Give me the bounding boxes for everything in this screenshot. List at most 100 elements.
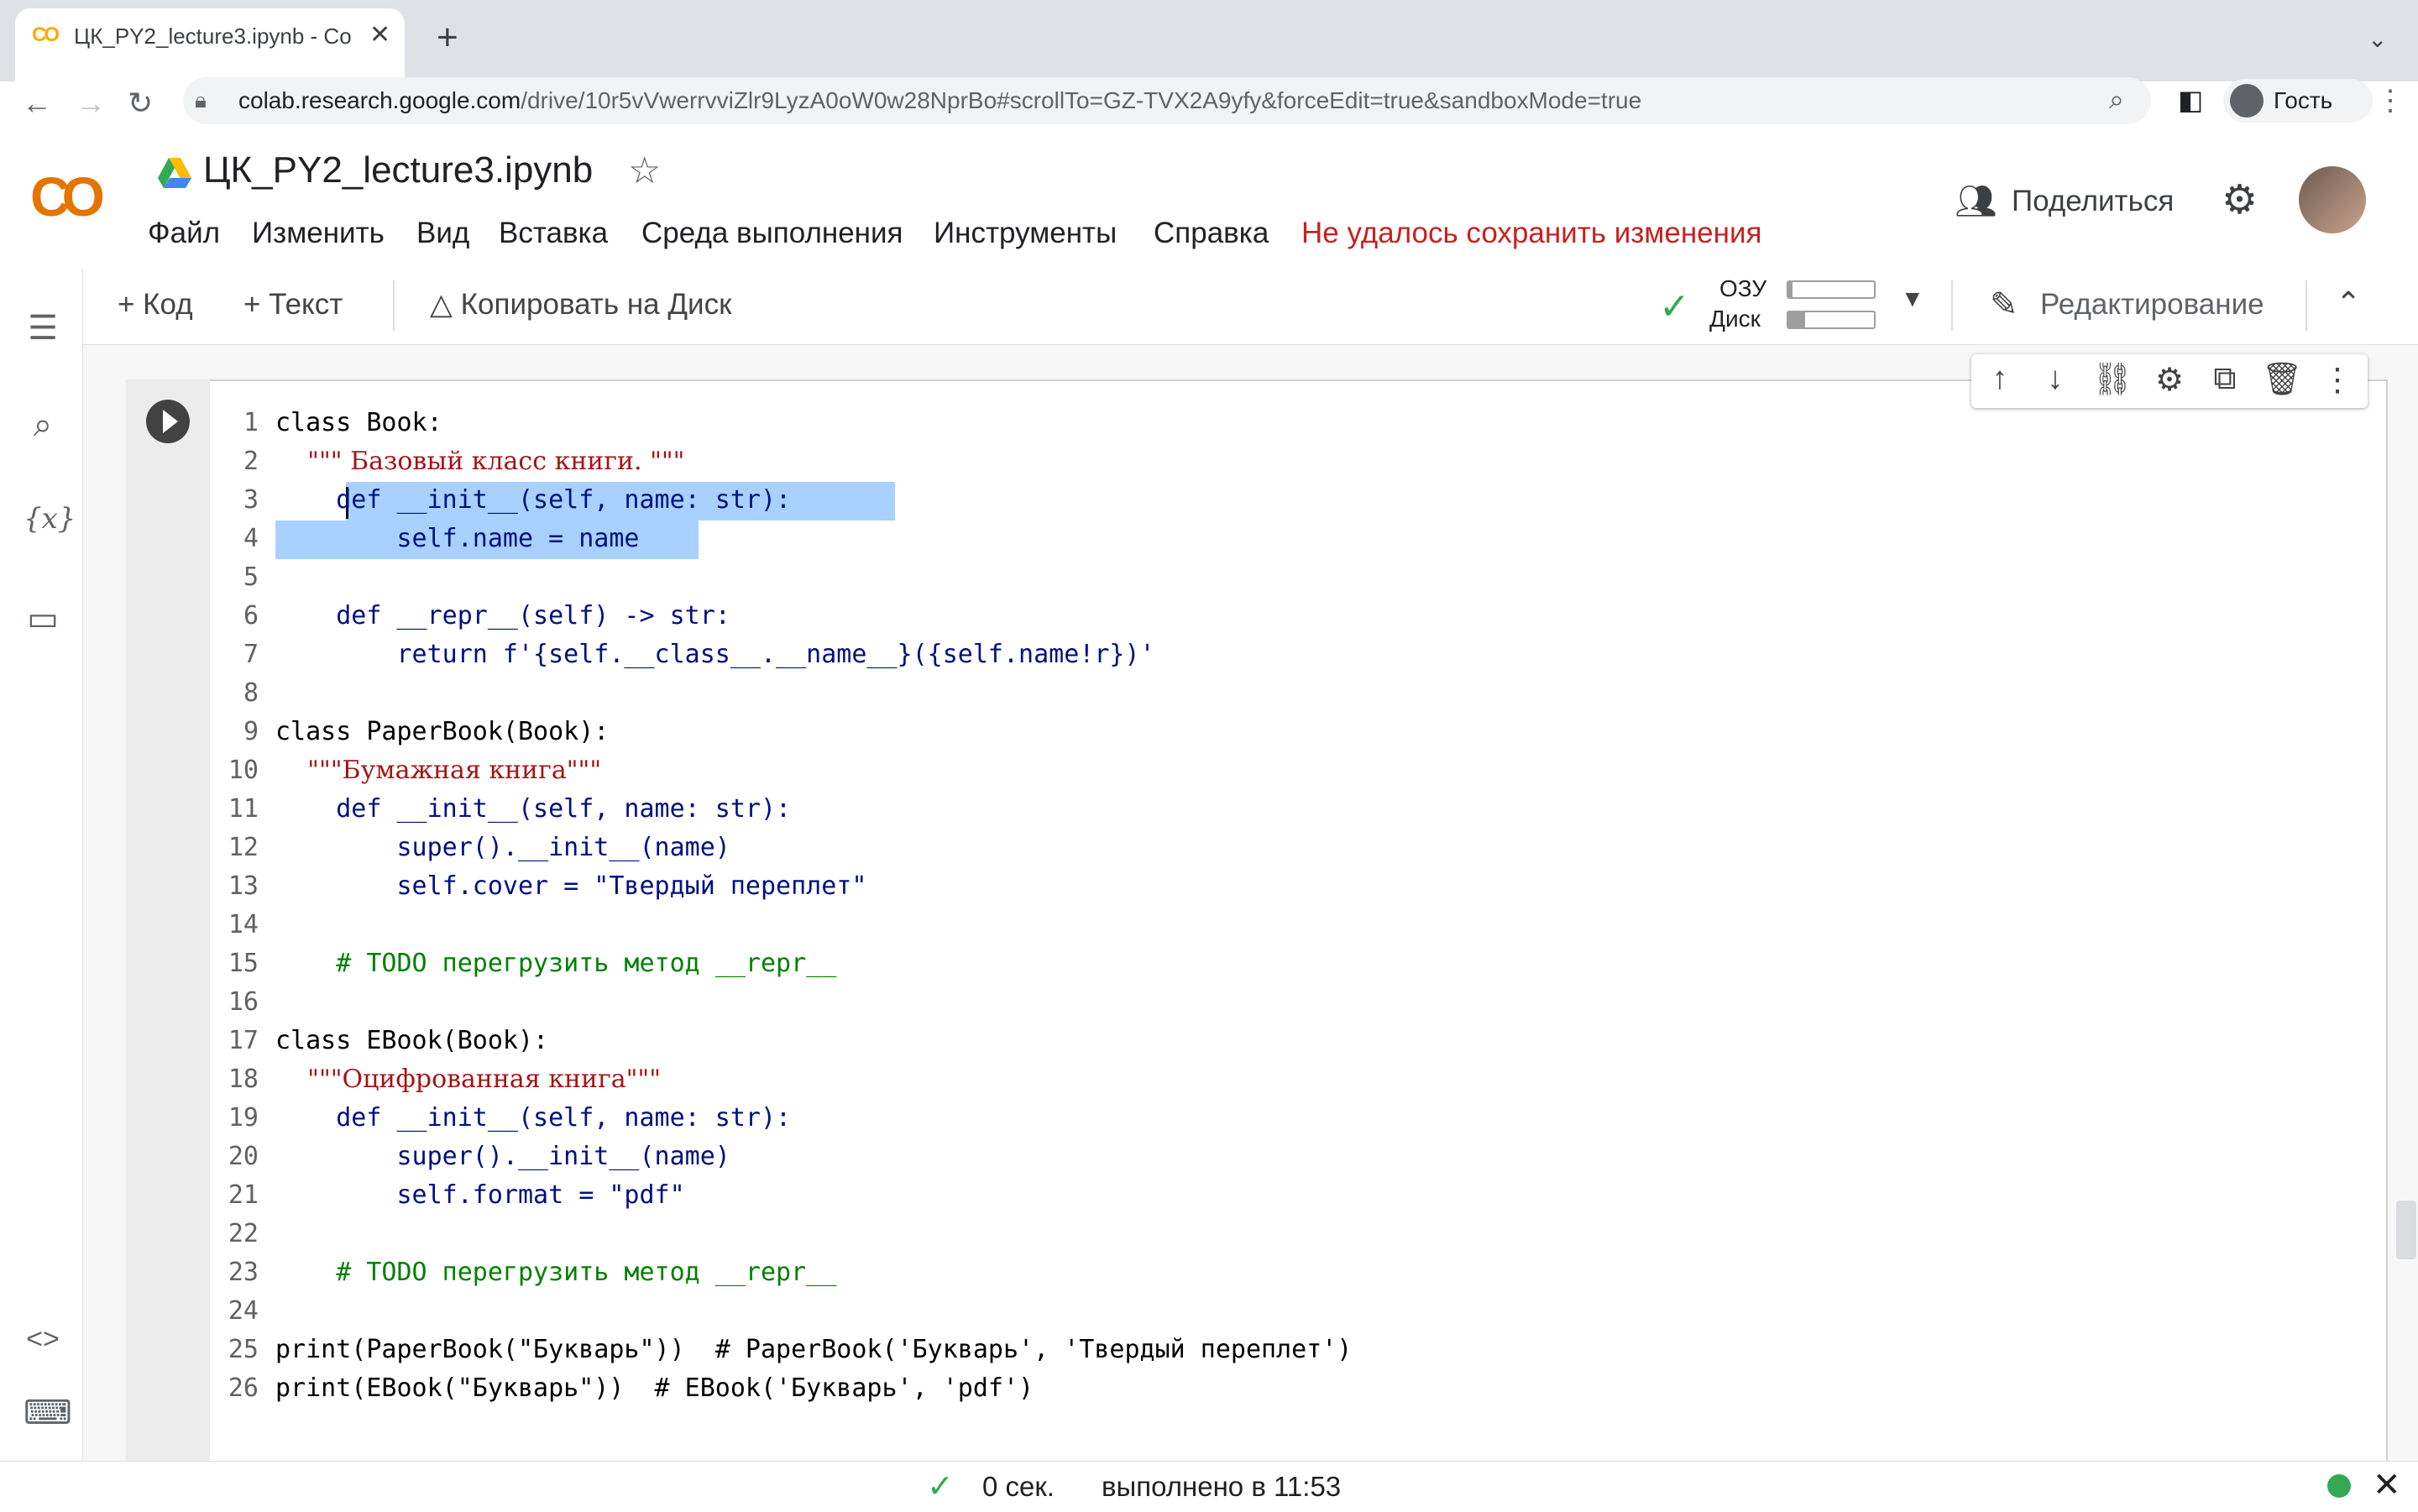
close-status-icon[interactable]: ✕ xyxy=(2373,1466,2401,1504)
scrollbar-thumb[interactable] xyxy=(2396,1201,2416,1259)
disk-usage-bar[interactable] xyxy=(1787,311,1876,329)
code-line-7: return f'{self.__class__.__name__}({self… xyxy=(275,640,1155,669)
code-line-10: """Бумажная книга""" xyxy=(275,756,602,785)
code-line-17: class EBook(Book): xyxy=(275,1026,549,1055)
line-number: 8 xyxy=(243,678,259,708)
copy-to-drive-label: Копировать на Диск xyxy=(460,288,732,321)
side-panel-icon[interactable]: ◧ xyxy=(2178,84,2203,116)
line-number: 10 xyxy=(228,756,259,785)
edit-mode-button[interactable]: Редактирование xyxy=(2040,288,2264,322)
line-number: 23 xyxy=(228,1258,259,1287)
toc-icon[interactable]: ☰ xyxy=(24,309,62,348)
browser-menu-icon[interactable]: ⋮ xyxy=(2376,84,2405,118)
zoom-icon[interactable]: ⌕ xyxy=(2109,84,2124,116)
ram-usage-bar[interactable] xyxy=(1787,280,1876,299)
tab-search-chevron-icon[interactable]: ⌄ xyxy=(2368,25,2387,53)
google-drive-icon[interactable] xyxy=(158,158,191,188)
search-icon[interactable]: ⌕ xyxy=(24,406,62,444)
copy-to-drive-button[interactable]: △ Копировать на Диск xyxy=(430,288,731,322)
ram-label: ОЗУ xyxy=(1719,275,1767,301)
share-label: Поделиться xyxy=(2012,185,2175,217)
variables-icon[interactable]: {x} xyxy=(24,502,76,536)
save-failed-warning[interactable]: Не удалось сохранить изменения xyxy=(1301,217,1761,250)
code-line-26: print(EBook("Букварь")) # EBook('Букварь… xyxy=(275,1373,1034,1403)
code-line-13: self.cover = "Твердый переплет" xyxy=(275,871,867,901)
menu-tools[interactable]: Инструменты xyxy=(934,217,1117,250)
line-number: 16 xyxy=(228,987,259,1017)
move-up-icon[interactable]: ↑ xyxy=(1976,361,2023,397)
line-number: 18 xyxy=(228,1065,259,1094)
code-line-4: self.name = name xyxy=(275,524,640,553)
code-line-9: class PaperBook(Book): xyxy=(275,717,610,746)
folder-icon[interactable]: ▭ xyxy=(24,599,62,638)
colab-logo[interactable]: CO xyxy=(30,165,105,228)
toolbar-divider xyxy=(393,280,395,331)
menu-edit[interactable]: Изменить xyxy=(252,217,385,250)
code-line-1: class Book: xyxy=(275,408,442,437)
new-tab-icon[interactable]: + xyxy=(437,17,458,59)
line-number: 7 xyxy=(243,640,259,669)
delete-icon[interactable]: 🗑︎ xyxy=(2258,361,2305,398)
code-line-25: print(PaperBook("Букварь")) # PaperBook(… xyxy=(275,1335,1353,1364)
code-line-11: def __init__(self, name: str): xyxy=(275,794,792,824)
code-line-15: # TODO перегрузить метод __repr__ xyxy=(275,949,837,978)
more-icon[interactable]: ⋮ xyxy=(2314,361,2361,399)
line-number: 24 xyxy=(228,1296,259,1326)
line-number: 21 xyxy=(228,1180,259,1210)
code-text: class Book: xyxy=(275,408,442,437)
line-number: 22 xyxy=(228,1219,259,1248)
notebook-title[interactable]: ЦК_PY2_lecture3.ipynb xyxy=(203,149,593,191)
user-avatar[interactable] xyxy=(2299,166,2366,233)
add-code-button[interactable]: + Код xyxy=(118,288,193,322)
code-line-12: super().__init__(name) xyxy=(275,833,730,862)
line-number: 26 xyxy=(228,1373,259,1403)
line-number: 4 xyxy=(243,524,259,553)
mirror-cell-icon[interactable]: ⧉ xyxy=(2201,361,2248,397)
execution-completed-time: выполнено в 11:53 xyxy=(1102,1471,1342,1502)
reload-icon[interactable]: ↻ xyxy=(128,86,153,121)
star-icon[interactable]: ☆ xyxy=(628,149,661,192)
profile-name: Гость xyxy=(2274,87,2333,113)
toolbar-divider xyxy=(1951,280,1953,331)
drive-outline-icon: △ xyxy=(430,288,453,321)
left-rail xyxy=(0,269,83,1461)
link-icon[interactable]: ⛓ xyxy=(2089,361,2136,398)
menu-file[interactable]: Файл xyxy=(148,217,220,250)
url-host: colab.research.google.com xyxy=(238,87,521,113)
resources-dropdown-icon[interactable]: ▼ xyxy=(1901,285,1924,312)
url-text[interactable]: colab.research.google.com/drive/10r5vVwe… xyxy=(238,87,1641,114)
line-number: 14 xyxy=(228,910,259,939)
forward-icon[interactable]: → xyxy=(76,86,106,121)
line-number: 3 xyxy=(243,485,259,515)
colab-logo-text: CO xyxy=(30,165,105,228)
menu-runtime[interactable]: Среда выполнения xyxy=(641,217,903,250)
toolbar-divider xyxy=(2305,280,2307,331)
menu-insert[interactable]: Вставка xyxy=(499,217,608,250)
settings-icon[interactable]: ⚙ xyxy=(2146,361,2193,399)
code-line-23: # TODO перегрузить метод __repr__ xyxy=(275,1258,837,1287)
code-snippets-icon[interactable]: <> xyxy=(24,1323,62,1356)
play-icon xyxy=(163,410,178,433)
add-text-button[interactable]: + Текст xyxy=(243,288,343,322)
tab-title: ЦК_PY2_lecture3.ipynb - Colab xyxy=(74,24,351,49)
line-number: 6 xyxy=(243,601,259,630)
code-line-20: super().__init__(name) xyxy=(275,1142,730,1171)
menu-help[interactable]: Справка xyxy=(1154,217,1269,250)
close-tab-icon[interactable]: ✕ xyxy=(369,20,390,50)
code-line-3: def __init__(self, name: str): xyxy=(275,485,792,515)
ram-usage-fill xyxy=(1788,282,1793,297)
back-icon[interactable]: ← xyxy=(22,86,52,121)
settings-gear-icon[interactable]: ⚙ xyxy=(2222,176,2258,223)
pencil-icon: ✎ xyxy=(1990,286,2018,323)
code-line-18: """Оцифрованная книга""" xyxy=(275,1065,662,1094)
line-number: 17 xyxy=(228,1026,259,1055)
connection-status-dot xyxy=(2327,1474,2351,1498)
terminal-icon[interactable]: ⌨ xyxy=(24,1394,72,1432)
line-number: 12 xyxy=(228,833,259,862)
line-number: 25 xyxy=(228,1335,259,1364)
move-down-icon[interactable]: ↓ xyxy=(2032,361,2079,397)
line-number: 15 xyxy=(228,949,259,978)
collapse-header-icon[interactable]: ⌃ xyxy=(2336,285,2361,321)
lock-icon[interactable]: 🔒︎ xyxy=(195,87,207,114)
menu-view[interactable]: Вид xyxy=(416,217,469,250)
